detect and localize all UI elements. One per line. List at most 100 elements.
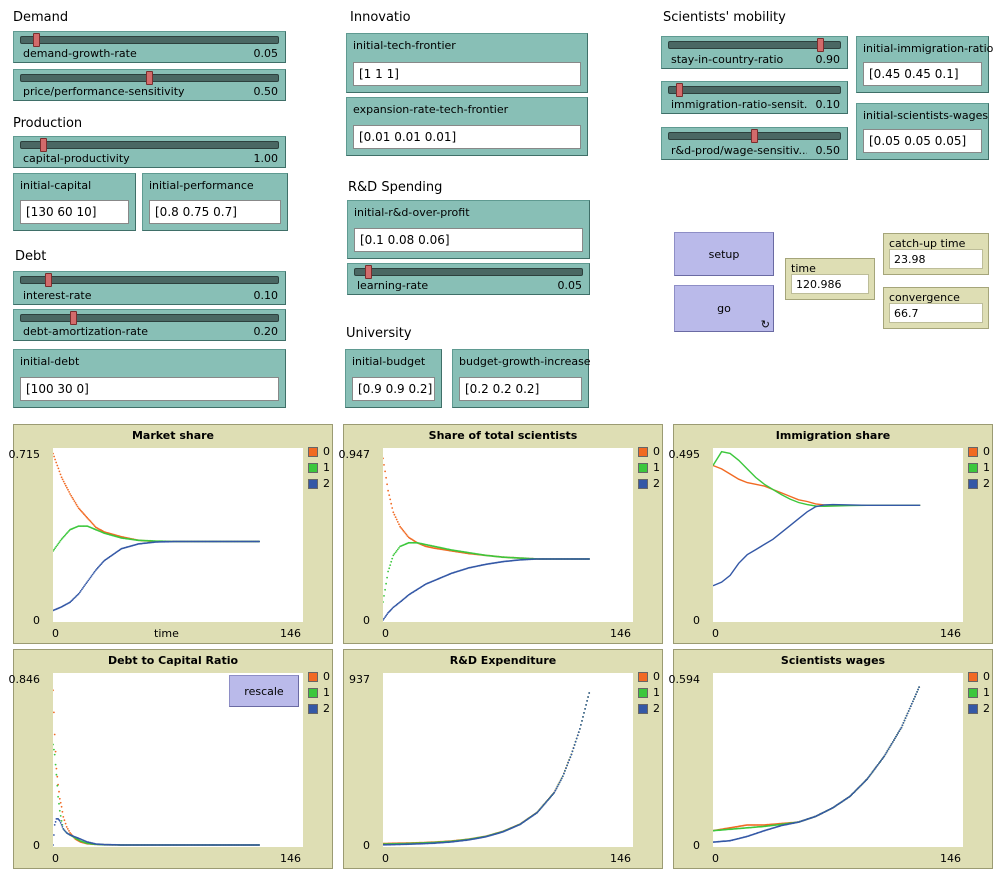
plot-title: Share of total scientists xyxy=(428,429,578,442)
initial-immigration-ratio-field[interactable]: [0.45 0.45 0.1] xyxy=(863,62,982,86)
data-point xyxy=(393,553,396,555)
data-point xyxy=(77,592,80,595)
initial-rd-over-profit-field[interactable]: [0.1 0.08 0.06] xyxy=(354,228,583,252)
initial-tech-frontier-field[interactable]: [1 1 1] xyxy=(353,62,581,86)
input-label: initial-tech-frontier xyxy=(353,39,456,52)
plot-area xyxy=(383,448,633,622)
plot-rd-expenditure: R&D Expenditure 937 0 0 146 0 1 2 xyxy=(343,649,663,869)
budget-growth-increase-field[interactable]: [0.2 0.2 0.2] xyxy=(459,377,582,401)
input-label: budget-growth-increase xyxy=(459,355,591,368)
series-2 xyxy=(713,686,920,843)
data-point xyxy=(565,767,567,770)
slider-thumb[interactable] xyxy=(146,71,153,85)
slider-thumb[interactable] xyxy=(32,33,40,47)
legend-label: 2 xyxy=(653,702,660,715)
slider-track xyxy=(20,36,279,44)
slider-thumb[interactable] xyxy=(751,129,758,143)
data-point xyxy=(918,686,920,688)
slider-debt-amortization-rate[interactable]: debt-amortization-rate 0.20 xyxy=(13,309,286,341)
data-point xyxy=(56,464,59,467)
data-point xyxy=(53,689,54,692)
data-point xyxy=(912,700,914,703)
input-label: initial-capital xyxy=(20,179,92,192)
data-point xyxy=(384,588,386,591)
legend-swatch xyxy=(968,704,978,714)
data-point xyxy=(55,461,58,464)
data-point xyxy=(58,790,60,793)
monitor-value: 23.98 xyxy=(889,249,983,269)
legend-swatch xyxy=(968,479,978,489)
slider-capital-productivity[interactable]: capital-productivity 1.00 xyxy=(13,136,286,168)
data-point xyxy=(78,591,81,594)
initial-capital-field[interactable]: [130 60 10] xyxy=(20,200,129,224)
series-1 xyxy=(713,686,920,832)
rescale-button[interactable]: rescale xyxy=(229,675,299,707)
slider-learning-rate[interactable]: learning-rate 0.05 xyxy=(347,263,590,295)
data-point xyxy=(88,578,91,580)
legend-label: 2 xyxy=(983,702,990,715)
slider-value: 0.05 xyxy=(557,279,583,292)
data-point xyxy=(54,458,56,461)
data-point xyxy=(571,750,574,753)
slider-thumb[interactable] xyxy=(365,265,373,279)
data-point xyxy=(395,518,398,521)
legend-label: 1 xyxy=(983,686,990,699)
data-point xyxy=(869,774,872,776)
data-point xyxy=(557,783,560,786)
monitor-time: time 120.986 xyxy=(785,258,875,300)
slider-thumb[interactable] xyxy=(817,38,825,52)
slider-value: 0.20 xyxy=(253,325,279,338)
slider-thumb[interactable] xyxy=(40,138,48,152)
data-point xyxy=(875,765,878,768)
data-point xyxy=(898,730,901,733)
data-point xyxy=(910,702,913,705)
data-point xyxy=(556,785,559,788)
data-point xyxy=(568,759,571,761)
go-button[interactable]: go ↻ xyxy=(674,285,774,332)
data-point xyxy=(58,541,61,543)
x-axis-max-label: 146 xyxy=(610,852,631,865)
setup-button[interactable]: setup xyxy=(674,232,774,276)
slider-thumb[interactable] xyxy=(70,311,78,325)
data-point xyxy=(581,720,583,722)
data-point xyxy=(398,523,400,526)
data-point xyxy=(913,698,915,700)
legend-label: 0 xyxy=(653,445,660,458)
slider-thumb[interactable] xyxy=(45,273,53,287)
initial-scientists-wages-field[interactable]: [0.05 0.05 0.05] xyxy=(863,129,982,153)
slider-rd-prod-wage-sensitivity[interactable]: r&d-prod/wage-sensitiv... 0.50 xyxy=(661,127,848,160)
data-point xyxy=(57,542,60,545)
data-point xyxy=(389,498,392,501)
slider-value: 1.00 xyxy=(253,152,279,165)
slider-immigration-ratio-sensitivity[interactable]: immigration-ratio-sensit... 0.10 xyxy=(661,81,848,114)
expansion-rate-tech-frontier-field[interactable]: [0.01 0.01 0.01] xyxy=(353,125,581,149)
slider-thumb[interactable] xyxy=(676,83,684,97)
initial-budget-field[interactable]: [0.9 0.9 0.2] xyxy=(352,377,435,401)
data-point xyxy=(56,784,59,787)
plot-market-share: Market share 0.715 0 0 146 time 0 1 2 xyxy=(9,424,333,644)
data-point xyxy=(394,516,397,518)
slider-demand-growth-rate[interactable]: demand-growth-rate 0.05 xyxy=(13,31,286,63)
initial-performance-field[interactable]: [0.8 0.75 0.7] xyxy=(149,200,281,224)
slider-label: capital-productivity xyxy=(23,152,130,165)
data-point xyxy=(53,748,55,751)
legend-swatch xyxy=(638,463,648,473)
slider-stay-in-country-ratio[interactable]: stay-in-country-ratio 0.90 xyxy=(661,36,848,69)
monitor-value: 66.7 xyxy=(889,303,983,323)
data-point xyxy=(76,505,79,508)
data-point xyxy=(386,576,388,579)
slider-price-performance-sensitivity[interactable]: price/performance-sensitivity 0.50 xyxy=(13,69,286,101)
data-point xyxy=(54,821,57,823)
data-point xyxy=(386,483,388,486)
data-point xyxy=(383,595,385,597)
data-point xyxy=(391,557,394,560)
data-point xyxy=(383,617,385,620)
data-point xyxy=(58,802,60,805)
data-point xyxy=(883,755,886,758)
slider-label: learning-rate xyxy=(357,279,429,292)
data-point xyxy=(63,819,66,822)
data-point xyxy=(58,809,61,812)
slider-interest-rate[interactable]: interest-rate 0.10 xyxy=(13,271,286,305)
y-axis-min-label: 0 xyxy=(693,839,700,852)
initial-debt-field[interactable]: [100 30 0] xyxy=(20,377,279,401)
